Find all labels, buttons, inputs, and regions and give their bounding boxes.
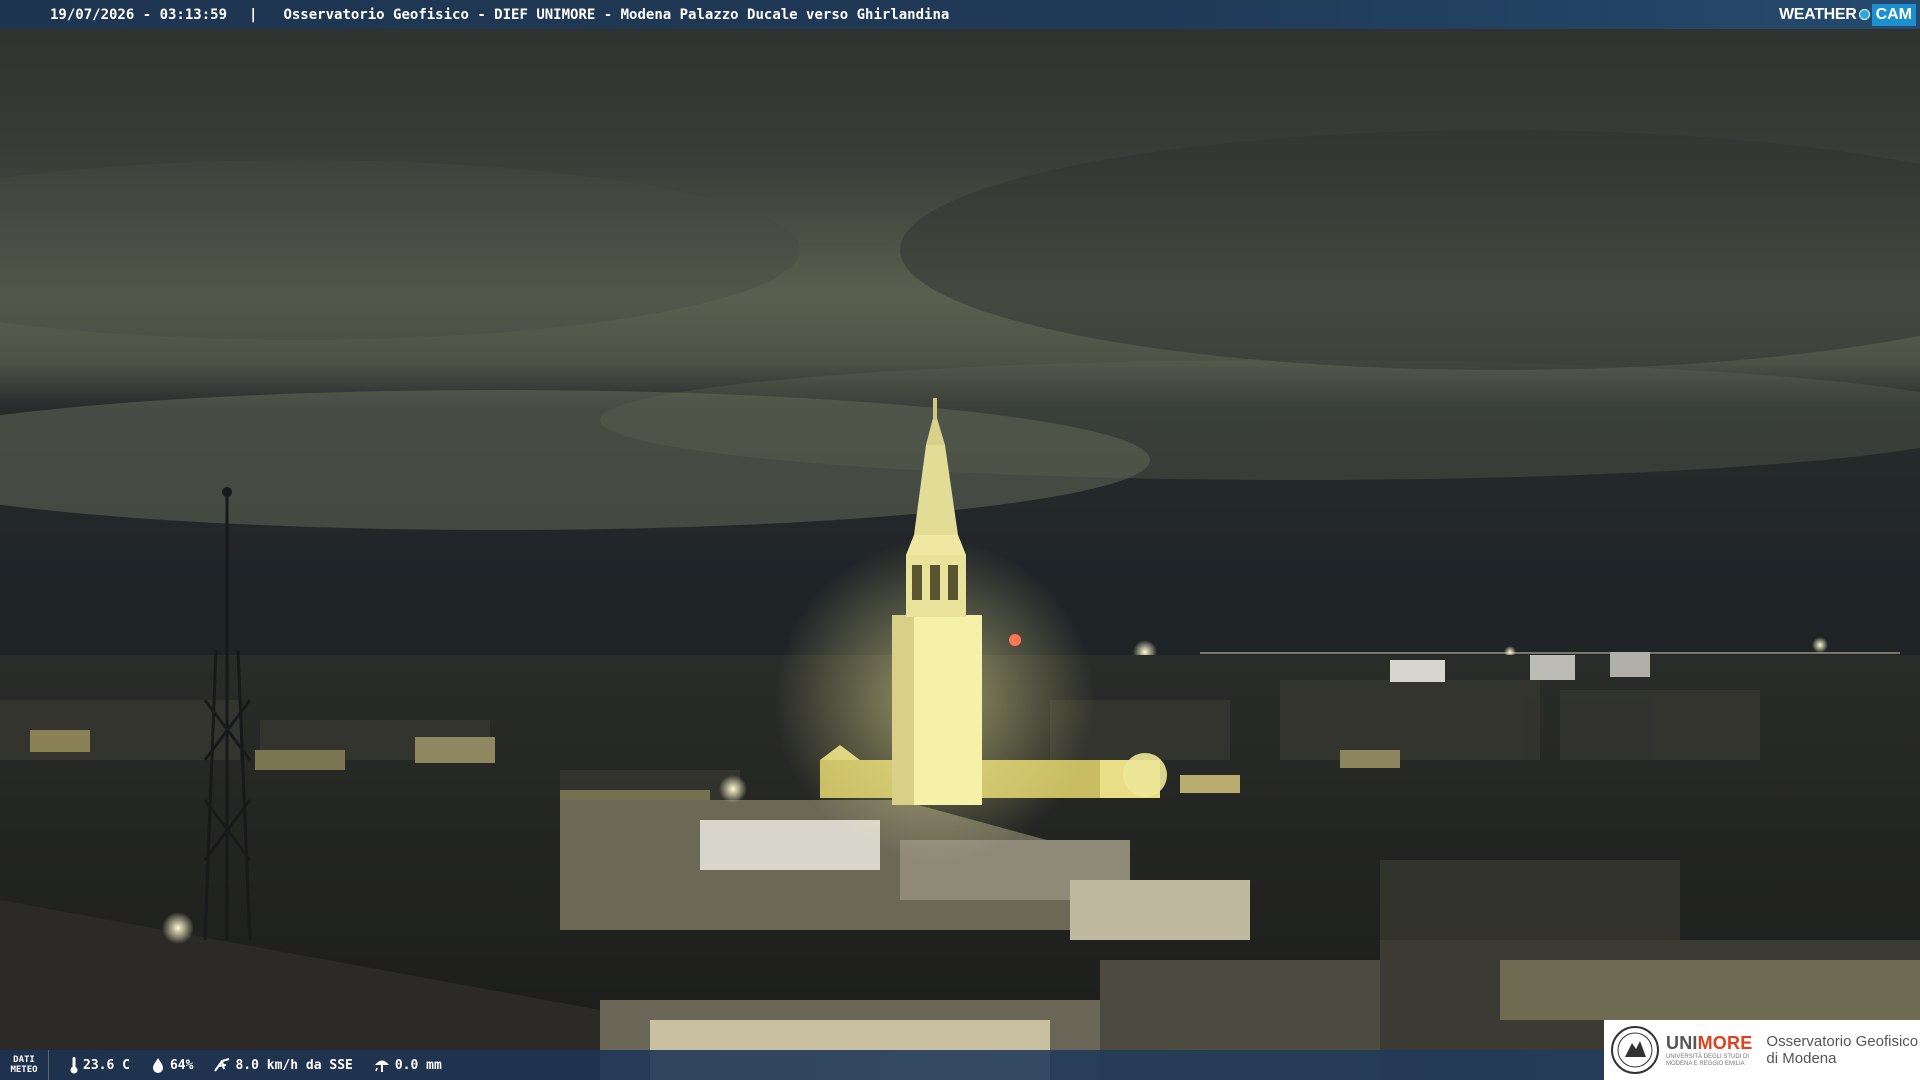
humidity-reading: 64% — [150, 1057, 193, 1073]
wind-icon — [214, 1058, 230, 1072]
weather-data-bar: DATI METEO 23.6 C 64% 8.0 km/h da SSE 0.… — [0, 1050, 1604, 1080]
webcam-view: 19/07/2026 - 03:13:59 | Osservatorio Geo… — [0, 0, 1920, 1080]
rain-value: 0.0 mm — [394, 1057, 442, 1073]
city-night-scene — [0, 0, 1920, 1080]
temperature-reading: 23.6 C — [69, 1056, 130, 1074]
separator: | — [249, 6, 258, 23]
rain-reading: 0.0 mm — [373, 1057, 442, 1073]
unimore-wordmark: UNIMORE UNIVERSITÀ DEGLI STUDI DI MODENA… — [1666, 1033, 1752, 1068]
dati-label: DATI — [13, 1055, 35, 1065]
rain-gauge-icon — [374, 1060, 389, 1072]
weathercam-logo-weather: WEATHER — [1778, 5, 1857, 23]
observatory-line2: di Modena — [1766, 1050, 1837, 1067]
observatory-name: Osservatorio Geofisico di Modena — [1766, 1033, 1918, 1067]
camera-title: Osservatorio Geofisico - DIEF UNIMORE - … — [283, 6, 950, 23]
globe-icon — [1858, 9, 1870, 20]
university-seal-icon — [1611, 1026, 1659, 1074]
observatory-line1: Osservatorio Geofisico — [1766, 1033, 1919, 1050]
timestamp: 19/07/2026 - 03:13:59 — [50, 6, 228, 23]
weathercam-logo-cam: CAM — [1871, 3, 1916, 26]
drop-icon — [152, 1058, 163, 1073]
camera-info-bar: 19/07/2026 - 03:13:59 | Osservatorio Geo… — [0, 0, 1920, 29]
weathercam-logo[interactable]: WEATHER CAM — [1779, 0, 1920, 29]
thermometer-icon — [70, 1057, 78, 1074]
humidity-value: 64% — [169, 1057, 194, 1073]
unimore-more: MORE — [1697, 1032, 1753, 1053]
wind-value: 8.0 km/h da SSE — [235, 1057, 353, 1073]
dati-meteo-label: DATI METEO — [0, 1050, 49, 1080]
unimore-subtitle: UNIVERSITÀ DEGLI STUDI DI MODENA E REGGI… — [1666, 1053, 1750, 1067]
temperature-value: 23.6 C — [83, 1057, 130, 1073]
wind-reading: 8.0 km/h da SSE — [213, 1057, 353, 1073]
unimore-uni: UNI — [1666, 1032, 1698, 1053]
meteo-label: METEO — [10, 1065, 38, 1075]
unimore-logo-box: UNIMORE UNIVERSITÀ DEGLI STUDI DI MODENA… — [1604, 1020, 1920, 1080]
